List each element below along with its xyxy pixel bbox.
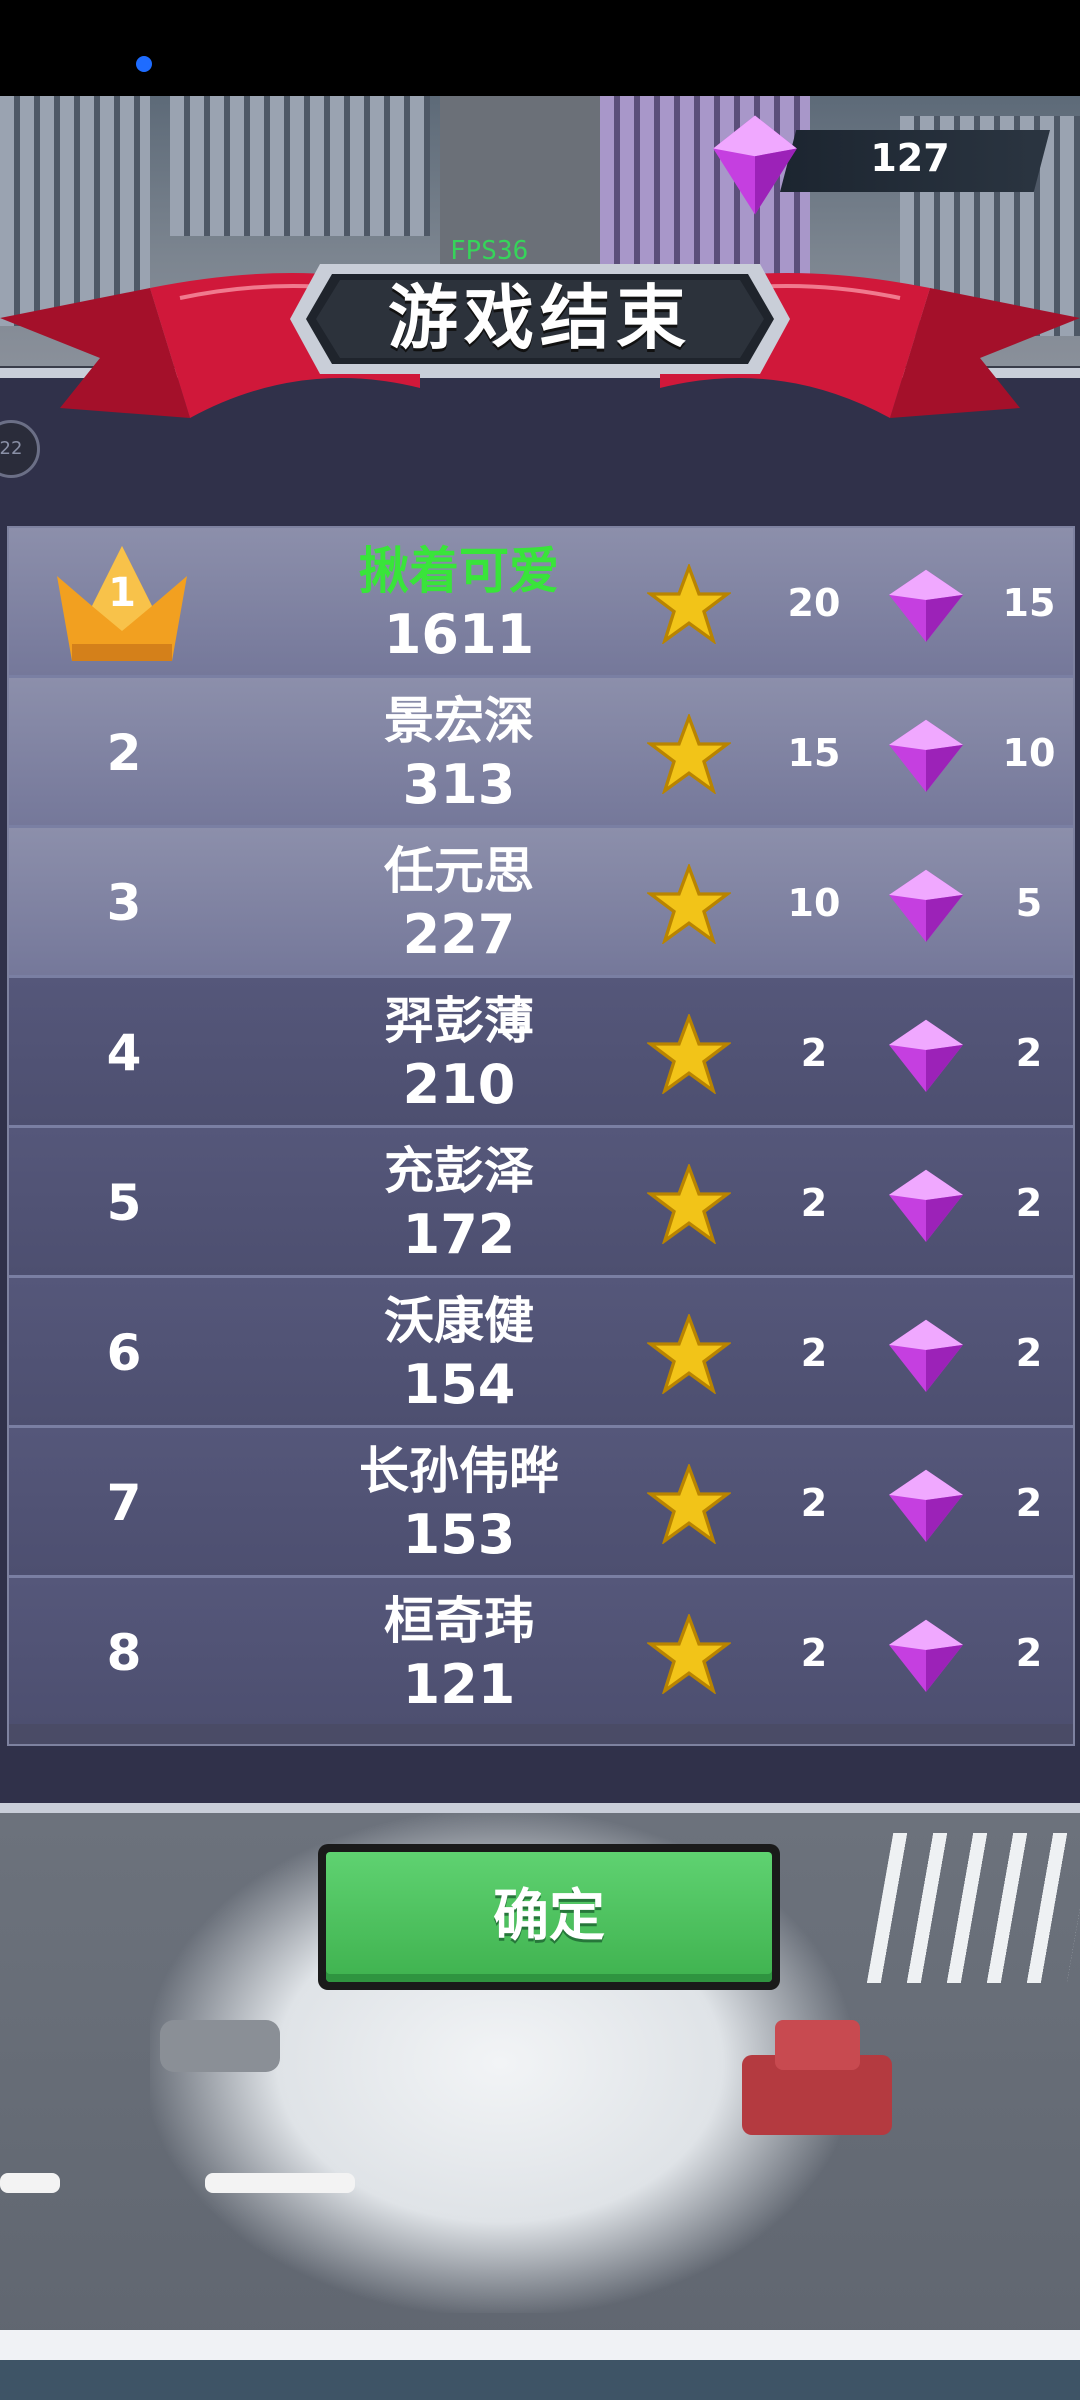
star-count: 2 (800, 1631, 828, 1675)
player-score: 153 (402, 1503, 516, 1566)
gem-reward: 15 (1002, 581, 1056, 625)
gem-icon (889, 719, 963, 792)
gem-reward: 2 (1015, 1481, 1043, 1525)
gem-reward: 5 (1015, 881, 1043, 925)
leaderboard-row: 8 桓奇玮 121 2 2 (9, 1578, 1073, 1724)
rank-number: 6 (106, 1324, 142, 1382)
leaderboard-row: 4 羿彭薄 210 2 2 (9, 978, 1073, 1128)
gem-reward: 2 (1015, 1181, 1043, 1225)
player-name: 长孙伟晔 (359, 1442, 559, 1500)
gem-count: 127 (870, 136, 950, 180)
gem-reward: 10 (1002, 731, 1056, 775)
notification-dot (136, 56, 152, 72)
star-icon (647, 1614, 731, 1694)
star-icon (647, 1014, 731, 1094)
star-icon (647, 564, 731, 644)
player-score: 172 (402, 1203, 516, 1266)
player-name: 揪着可爱 (359, 542, 559, 600)
car (160, 2020, 280, 2072)
leaderboard-row: 5 充彭泽 172 2 2 (9, 1128, 1073, 1278)
rank-number: 8 (106, 1624, 142, 1682)
star-count: 2 (800, 1331, 828, 1375)
gem-icon (889, 1019, 963, 1092)
leaderboard-row: 1 揪着可爱 1611 20 15 (9, 528, 1073, 678)
confirm-label: 确定 (493, 1884, 605, 1949)
truck-cab (775, 2020, 860, 2070)
player-name: 任元思 (384, 842, 534, 900)
player-name: 充彭泽 (384, 1142, 534, 1200)
rank-number: 7 (106, 1474, 142, 1532)
player-name: 桓奇玮 (384, 1592, 534, 1650)
star-count: 2 (800, 1031, 828, 1075)
rank-number: 2 (106, 724, 142, 782)
leaderboard-row: 2 景宏深 313 15 10 (9, 678, 1073, 828)
player-name: 景宏深 (384, 692, 534, 750)
leaderboard-row: 6 沃康健 154 2 2 (9, 1278, 1073, 1428)
player-name: 沃康健 (384, 1292, 534, 1350)
rank-number: 1 (108, 570, 136, 616)
confirm-button[interactable]: 确定 (318, 1844, 780, 1990)
star-count: 2 (800, 1181, 828, 1225)
bottom-edge (0, 2360, 1080, 2400)
gem-reward: 2 (1015, 1331, 1043, 1375)
gem-icon (889, 1319, 963, 1392)
star-count: 15 (787, 731, 841, 775)
gem-reward: 2 (1015, 1631, 1043, 1675)
player-score: 210 (402, 1053, 516, 1116)
star-count: 2 (800, 1481, 828, 1525)
gem-icon (713, 115, 797, 215)
leaderboard-row: 3 任元思 227 10 5 (9, 828, 1073, 978)
star-icon (647, 1314, 731, 1394)
gem-icon (889, 1619, 963, 1692)
gem-icon (889, 869, 963, 942)
player-score: 1611 (383, 603, 535, 666)
sidewalk (0, 2330, 1080, 2360)
player-score: 313 (402, 753, 516, 816)
rank-number: 5 (106, 1174, 142, 1232)
game-over-title: 游戏结束 (388, 277, 692, 359)
player-score: 121 (402, 1653, 516, 1716)
star-icon (647, 864, 731, 944)
player-score: 154 (402, 1353, 516, 1416)
player-score: 227 (402, 903, 516, 966)
gem-reward: 2 (1015, 1031, 1043, 1075)
player-name: 羿彭薄 (384, 992, 534, 1050)
star-count: 20 (787, 581, 841, 625)
star-icon (647, 1164, 731, 1244)
gem-icon (889, 569, 963, 642)
rank-number: 3 (106, 874, 142, 932)
leaderboard: 1 揪着可爱 1611 20 15 2 景宏深 313 15 10 3 任元思 … (7, 526, 1075, 1746)
rank-number: 4 (106, 1024, 142, 1082)
gem-icon (889, 1469, 963, 1542)
star-icon (647, 714, 731, 794)
star-icon (647, 1464, 731, 1544)
star-count: 10 (787, 881, 841, 925)
status-bar (0, 0, 1080, 96)
gem-icon (889, 1169, 963, 1242)
leaderboard-row: 7 长孙伟晔 153 2 2 (9, 1428, 1073, 1578)
